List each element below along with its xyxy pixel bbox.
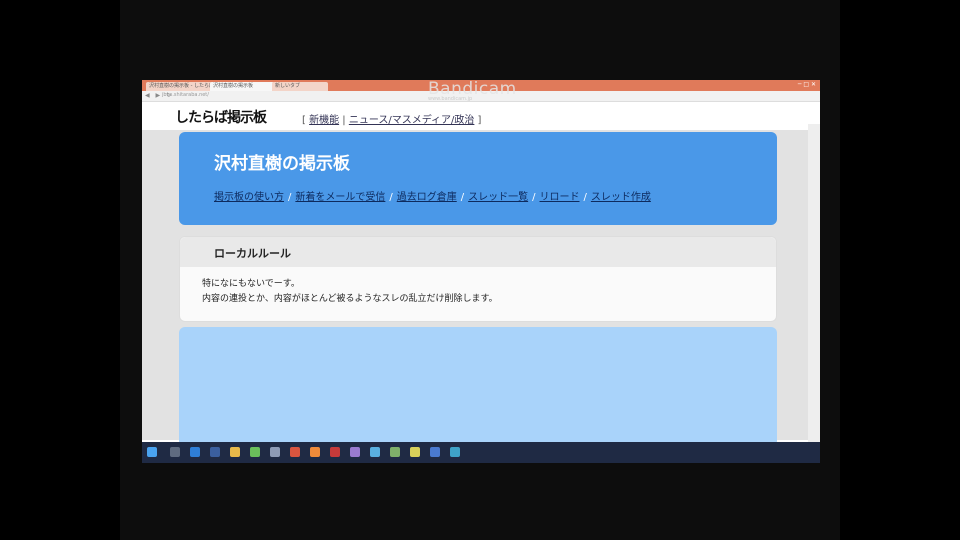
local-rules-body: 特になにもないでーす。 内容の連投とか、内容がほとんど被るようなスレの乱立だけ削… <box>202 277 498 307</box>
board-title: 沢村直樹の掲示板 <box>214 154 350 174</box>
firefox-icon[interactable] <box>310 447 320 457</box>
rule-line: 内容の連投とか、内容がほとんど被るようなスレの乱立だけ削除します。 <box>202 294 498 304</box>
window-controls[interactable]: ─ □ ✕ <box>798 81 816 88</box>
app-icon[interactable] <box>250 447 260 457</box>
nav-how-to-use[interactable]: 掲示板の使い方 <box>214 192 284 203</box>
url-text[interactable]: jbbs.shitaraba.net/ <box>162 92 209 98</box>
page-content: したらば掲示板 [ 新機能 | ニュース/マスメディア/政治 ] 沢村直樹の掲示… <box>142 102 820 462</box>
app-icon[interactable] <box>430 447 440 457</box>
app-icon[interactable] <box>370 447 380 457</box>
top-link-new-features[interactable]: 新機能 <box>309 115 339 126</box>
app-icon[interactable] <box>330 447 340 457</box>
site-header: したらば掲示板 [ 新機能 | ニュース/マスメディア/政治 ] <box>142 102 820 130</box>
nav-mail-subscribe[interactable]: 新着をメールで受信 <box>295 192 385 203</box>
nav-create-thread[interactable]: スレッド作成 <box>591 192 651 203</box>
app-icon[interactable] <box>410 447 420 457</box>
tab-new[interactable]: 新しいタブ <box>272 82 328 91</box>
local-rules-title: ローカルルール <box>214 247 291 260</box>
app-icon[interactable] <box>290 447 300 457</box>
nav-reload[interactable]: リロード <box>540 192 580 203</box>
app-icon[interactable] <box>390 447 400 457</box>
start-icon[interactable] <box>147 447 157 457</box>
site-logo[interactable]: したらば掲示板 <box>175 107 267 127</box>
nav-thread-list[interactable]: スレッド一覧 <box>468 192 528 203</box>
thread-panel <box>179 327 777 447</box>
edge-icon[interactable] <box>190 447 200 457</box>
rule-line: 特になにもないでーす。 <box>202 279 300 289</box>
tab-board-1[interactable]: 沢村直樹の掲示板 - したらば掲示板 <box>146 82 212 91</box>
top-links: [ 新機能 | ニュース/マスメディア/政治 ] <box>302 115 482 126</box>
scrollbar[interactable] <box>808 124 820 462</box>
top-link-news[interactable]: ニュース/マスメディア/政治 <box>349 115 475 126</box>
taskbar <box>142 442 820 463</box>
app-icon[interactable] <box>270 447 280 457</box>
recording-watermark-url: www.bandicam.jp <box>428 96 473 102</box>
board-nav: 掲示板の使い方 / 新着をメールで受信 / 過去ログ倉庫 / スレッド一覧 / リロード / スレッ… <box>214 192 651 203</box>
store-icon[interactable] <box>210 447 220 457</box>
tab-board-2[interactable]: 沢村直樹の掲示板 <box>210 82 274 91</box>
search-icon[interactable] <box>170 447 180 457</box>
app-icon[interactable] <box>350 447 360 457</box>
nav-archive[interactable]: 過去ログ倉庫 <box>397 192 457 203</box>
app-icon[interactable] <box>450 447 460 457</box>
folder-icon[interactable] <box>230 447 240 457</box>
browser-window: 沢村直樹の掲示板 - したらば掲示板 沢村直樹の掲示板 新しいタブ ─ □ ✕ … <box>142 80 820 463</box>
board-header: 沢村直樹の掲示板 掲示板の使い方 / 新着をメールで受信 / 過去ログ倉庫 / スレッド一覧… <box>179 132 777 225</box>
local-rules-box: ローカルルール 特になにもないでーす。 内容の連投とか、内容がほとんど被るような… <box>179 236 777 322</box>
